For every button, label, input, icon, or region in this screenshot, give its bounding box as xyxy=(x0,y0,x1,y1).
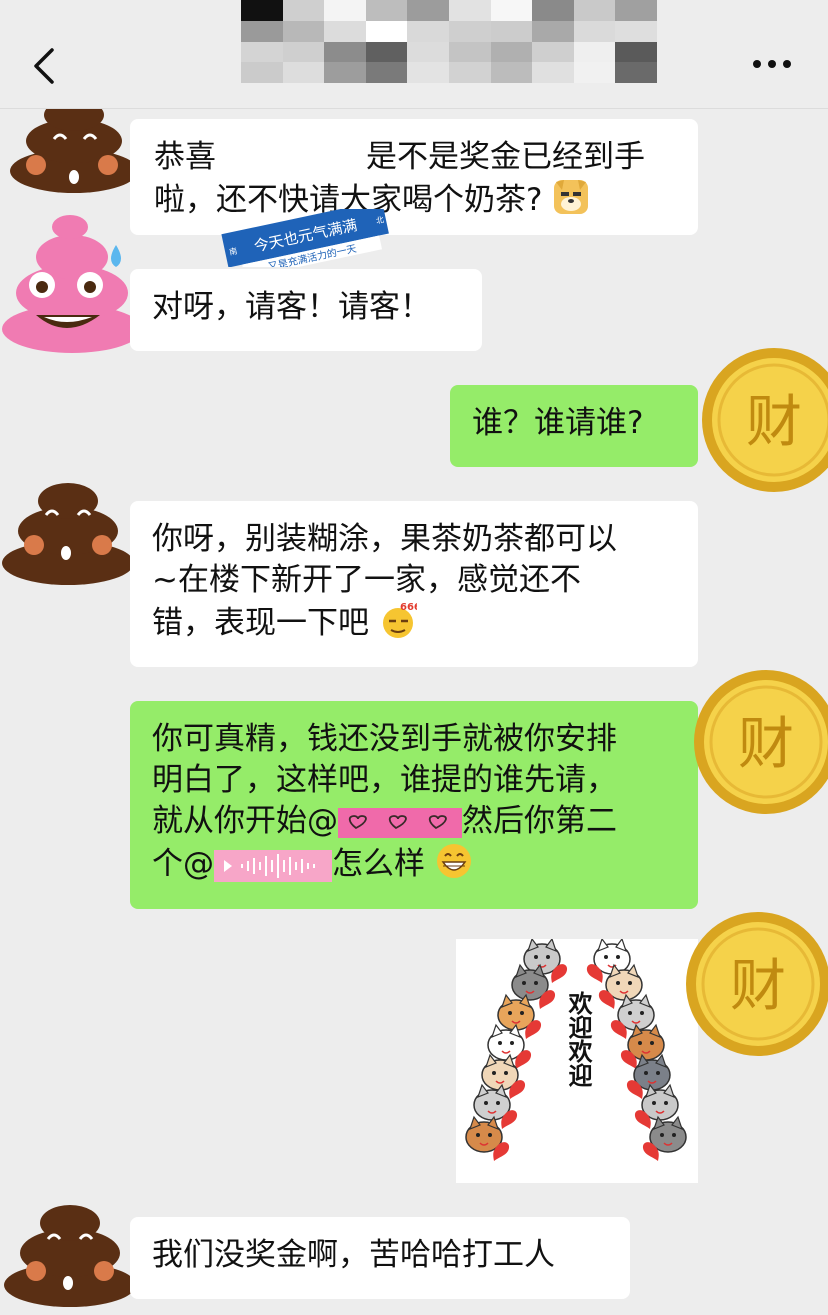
message-bubble-3[interactable]: 谁？谁请谁? xyxy=(450,385,698,467)
svg-text:财: 财 xyxy=(738,712,794,777)
chat-message-list[interactable]: 恭喜 是不是奖金已经到手 啦，还不快请大家喝个奶茶? 今天也元气满满 又是充满活力… xyxy=(0,109,828,1315)
message-text: 对呀，请客！请客！ xyxy=(152,289,431,325)
message-text: 怎么样 xyxy=(332,846,425,882)
svg-text:财: 财 xyxy=(730,954,786,1019)
message-bubble-5[interactable]: 你可真精，钱还没到手就被你安排 明白了，这样吧，谁提的谁先请， 就从你开始@ 然… xyxy=(130,701,698,909)
message-bubble-1[interactable]: 恭喜 是不是奖金已经到手 啦，还不快请大家喝个奶茶? xyxy=(130,119,698,235)
message-text: 恭喜 xyxy=(154,139,216,175)
message-text: 错，表现一下吧 xyxy=(152,605,369,641)
message-text: 谁？谁请谁? xyxy=(472,405,644,441)
message-text: 明白了，这样吧，谁提的谁先请， xyxy=(152,762,617,798)
message-bubble-7[interactable]: 我们没奖金啊，苦哈哈打工人 xyxy=(130,1217,630,1299)
chevron-left-icon[interactable] xyxy=(28,44,68,88)
message-text: 然后你第二 xyxy=(462,803,617,839)
mention-redacted-voice[interactable] xyxy=(214,848,332,884)
tag-sticker-overlay: 今天也元气满满 又是充满活力的一天 南 北 xyxy=(221,209,389,267)
message-bubble-2[interactable]: 对呀，请客！请客！ xyxy=(130,269,482,351)
doge-emoji xyxy=(554,180,589,214)
message-text: 我们没奖金啊，苦哈哈打工人 xyxy=(152,1237,555,1273)
mention-redacted-hearts[interactable] xyxy=(338,806,462,840)
svg-text:666: 666 xyxy=(400,602,417,613)
poop-brown-avatar[interactable] xyxy=(2,1191,138,1309)
666-emoji: 666 xyxy=(382,602,417,638)
message-text: 你可真精，钱还没到手就被你安排 xyxy=(152,721,617,757)
cai-coin-avatar[interactable]: 财 xyxy=(682,909,828,1059)
cai-coin-avatar[interactable]: 财 xyxy=(690,667,828,817)
cai-coin-avatar[interactable]: 财 xyxy=(700,345,828,495)
message-text: ~在楼下新开了一家，感觉还不 xyxy=(152,562,581,598)
welcome-cats-sticker[interactable]: 欢迎欢迎 xyxy=(456,939,698,1183)
more-dots-icon[interactable] xyxy=(752,54,792,74)
message-text: 就从你开始@ xyxy=(152,803,338,839)
svg-text:财: 财 xyxy=(746,390,802,455)
obscured-chat-title xyxy=(241,0,657,104)
sticker-text-1: 欢迎欢迎 xyxy=(564,991,593,1088)
poop-brown-avatar[interactable] xyxy=(6,109,142,195)
message-text: 是不是奖金已经到手 xyxy=(366,139,645,175)
grin-emoji xyxy=(436,844,471,878)
message-bubble-4[interactable]: 你呀，别装糊涂，果茶奶茶都可以 ~在楼下新开了一家，感觉还不 错，表现一下吧 6… xyxy=(130,501,698,667)
message-text: 你呀，别装糊涂，果茶奶茶都可以 xyxy=(152,521,617,557)
message-text: 个@ xyxy=(152,846,214,882)
poop-pink-sweat-avatar[interactable] xyxy=(0,207,150,357)
poop-brown-avatar[interactable] xyxy=(0,469,136,587)
chat-header xyxy=(0,0,828,109)
